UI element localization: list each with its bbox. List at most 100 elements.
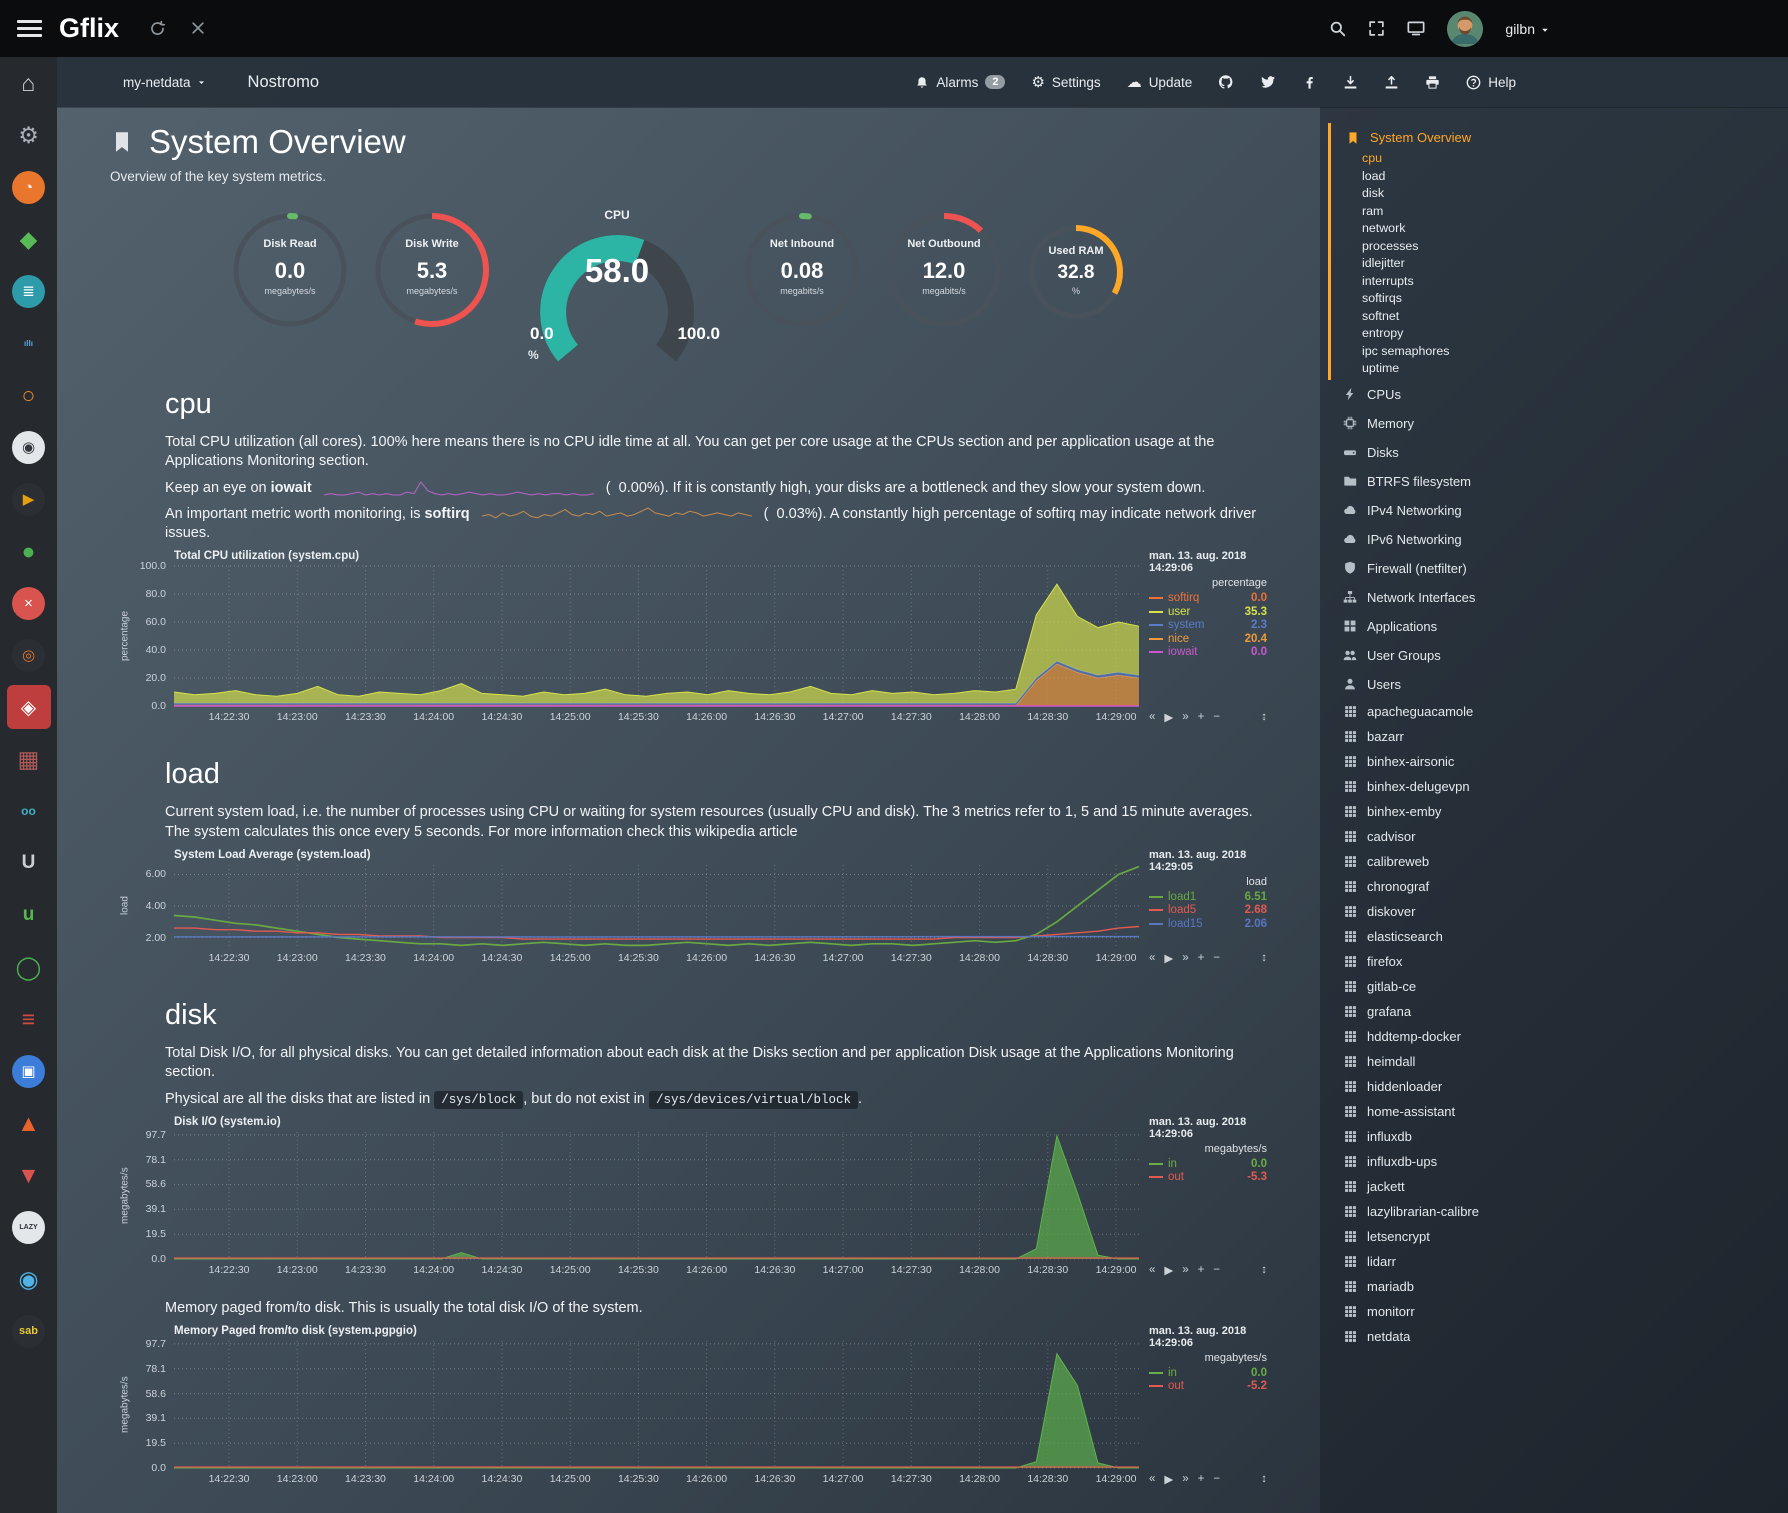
nav-app-influxdb[interactable]: influxdb	[1328, 1124, 1788, 1149]
chart-rewind-button[interactable]: «	[1149, 1473, 1155, 1485]
app-dark-orange-ring-icon[interactable]: ◎	[7, 633, 51, 677]
nav-app-lazylibrarian-calibre[interactable]: lazylibrarian-calibre	[1328, 1199, 1788, 1224]
chart-forward-button[interactable]: »	[1182, 952, 1188, 964]
nav-app-calibreweb[interactable]: calibreweb	[1328, 849, 1788, 874]
app-teal-container-icon[interactable]: ≣	[7, 269, 51, 313]
legend-entry-system[interactable]: system2.3	[1149, 618, 1267, 632]
nav-ipv6-networking[interactable]: IPv6 Networking	[1328, 527, 1788, 552]
chart-zoom-in-button[interactable]: +	[1198, 952, 1205, 964]
nav-uptime[interactable]: uptime	[1331, 360, 1788, 378]
nav-app-hddtemp-docker[interactable]: hddtemp-docker	[1328, 1024, 1788, 1049]
export-button[interactable]	[1384, 74, 1399, 90]
chart-forward-button[interactable]: »	[1182, 1264, 1188, 1276]
nav-btrfs-filesystem[interactable]: BTRFS filesystem	[1328, 469, 1788, 494]
user-menu[interactable]: gilbn	[1505, 21, 1550, 37]
github-button[interactable]	[1218, 74, 1234, 90]
nav-cpus[interactable]: CPUs	[1328, 382, 1788, 407]
chart-system-pgpgio[interactable]: megabytes/sMemory Paged from/to disk (sy…	[118, 1325, 1267, 1492]
help-button[interactable]: Help	[1466, 74, 1516, 90]
chart-play-button[interactable]: ▶	[1164, 951, 1173, 965]
app-sab-icon[interactable]: sab	[7, 1309, 51, 1353]
nav-softirqs[interactable]: softirqs	[1331, 290, 1788, 308]
nav-app-jackett[interactable]: jackett	[1328, 1174, 1788, 1199]
legend-entry-load5[interactable]: load52.68	[1149, 903, 1267, 917]
nav-cpu[interactable]: cpu	[1331, 150, 1788, 168]
app-teal-oo-icon[interactable]: oo	[7, 789, 51, 833]
nav-app-lidarr[interactable]: lidarr	[1328, 1249, 1788, 1274]
settings-gear-icon[interactable]: ⚙	[7, 113, 51, 157]
nav-app-influxdb-ups[interactable]: influxdb-ups	[1328, 1149, 1788, 1174]
gauge-used-ram[interactable]: Used RAM32.8%	[1024, 220, 1128, 324]
app-maroon-grid-icon[interactable]: ▦	[7, 737, 51, 781]
app-blue-tile-icon[interactable]: ▣	[7, 1049, 51, 1093]
nav-ipv4-networking[interactable]: IPv4 Networking	[1328, 498, 1788, 523]
nav-ipc-semaphores[interactable]: ipc semaphores	[1331, 343, 1788, 361]
legend-entry-load15[interactable]: load152.06	[1149, 917, 1267, 931]
menu-button[interactable]	[17, 20, 42, 37]
chart-play-button[interactable]: ▶	[1164, 710, 1173, 724]
legend-entry-out[interactable]: out-5.3	[1149, 1170, 1267, 1184]
nav-disk[interactable]: disk	[1331, 185, 1788, 203]
legend-entry-load1[interactable]: load16.51	[1149, 890, 1267, 904]
nav-applications[interactable]: Applications	[1328, 614, 1788, 639]
chart-resize-handle[interactable]: ↕	[1261, 952, 1267, 964]
legend-entry-user[interactable]: user35.3	[1149, 605, 1267, 619]
app-gray-u-icon[interactable]: U	[7, 841, 51, 885]
app-orange-search-icon[interactable]: ○	[7, 373, 51, 417]
nav-softnet[interactable]: softnet	[1331, 308, 1788, 326]
nav-network-interfaces[interactable]: Network Interfaces	[1328, 585, 1788, 610]
legend-entry-nice[interactable]: nice20.4	[1149, 632, 1267, 646]
chart-rewind-button[interactable]: «	[1149, 1264, 1155, 1276]
nav-idlejitter[interactable]: idlejitter	[1331, 255, 1788, 273]
nav-app-diskover[interactable]: diskover	[1328, 899, 1788, 924]
chart-zoom-in-button[interactable]: +	[1198, 711, 1205, 723]
nav-app-monitorr[interactable]: monitorr	[1328, 1299, 1788, 1324]
nav-app-home-assistant[interactable]: home-assistant	[1328, 1099, 1788, 1124]
nav-entropy[interactable]: entropy	[1331, 325, 1788, 343]
fullscreen-icon[interactable]	[1368, 20, 1385, 38]
nav-interrupts[interactable]: interrupts	[1331, 273, 1788, 291]
nav-app-cadvisor[interactable]: cadvisor	[1328, 824, 1788, 849]
nav-app-gitlab-ce[interactable]: gitlab-ce	[1328, 974, 1788, 999]
chart-system-load[interactable]: loadSystem Load Average (system.load)6.0…	[118, 849, 1267, 971]
chart-zoom-out-button[interactable]: −	[1213, 711, 1220, 723]
legend-entry-in[interactable]: in0.0	[1149, 1157, 1267, 1171]
app-green-ring-icon[interactable]: ◯	[7, 945, 51, 989]
app-red-down-arrow-icon[interactable]: ▼	[7, 1153, 51, 1197]
nav-app-bazarr[interactable]: bazarr	[1328, 724, 1788, 749]
nav-app-elasticsearch[interactable]: elasticsearch	[1328, 924, 1788, 949]
softirq-sparkline[interactable]	[482, 506, 752, 522]
chart-system-cpu[interactable]: percentageTotal CPU utilization (system.…	[118, 550, 1267, 730]
app-green-circle-icon[interactable]: ●	[7, 529, 51, 573]
nav-users[interactable]: Users	[1328, 672, 1788, 697]
chart-resize-handle[interactable]: ↕	[1261, 1264, 1267, 1276]
avatar[interactable]	[1447, 11, 1483, 47]
chart-system-io[interactable]: megabytes/sDisk I/O (system.io)97.778.15…	[118, 1116, 1267, 1283]
nav-app-grafana[interactable]: grafana	[1328, 999, 1788, 1024]
app-red-cross-icon[interactable]: ×	[7, 581, 51, 625]
twitter-button[interactable]	[1260, 74, 1276, 90]
gauge-cpu[interactable]: CPU58.00.0100.0%	[512, 208, 722, 360]
app-red-shield-icon[interactable]: ◈	[7, 685, 51, 729]
chart-resize-handle[interactable]: ↕	[1261, 1473, 1267, 1485]
chart-rewind-button[interactable]: «	[1149, 952, 1155, 964]
chart-zoom-out-button[interactable]: −	[1213, 1473, 1220, 1485]
gauge-disk-read[interactable]: Disk Read0.0megabytes/s	[228, 208, 352, 332]
gauge-net-inbound[interactable]: Net Inbound0.08megabits/s	[740, 208, 864, 332]
refresh-icon[interactable]	[149, 20, 166, 38]
nav-app-mariadb[interactable]: mariadb	[1328, 1274, 1788, 1299]
app-green-u-icon[interactable]: u	[7, 893, 51, 937]
nav-ram[interactable]: ram	[1331, 203, 1788, 221]
update-button[interactable]: ☁ Update	[1127, 73, 1193, 91]
settings-button[interactable]: ⚙ Settings	[1031, 73, 1100, 91]
app-blue-drop-icon[interactable]: ◉	[7, 1257, 51, 1301]
iowait-sparkline[interactable]	[324, 480, 594, 496]
legend-entry-out[interactable]: out-5.2	[1149, 1380, 1267, 1394]
chart-zoom-in-button[interactable]: +	[1198, 1264, 1205, 1276]
chart-play-button[interactable]: ▶	[1164, 1263, 1173, 1277]
app-red-green-lines-icon[interactable]: ≡	[7, 997, 51, 1041]
app-green-diamond-icon[interactable]: ◆	[7, 217, 51, 261]
nav-app-binhex-airsonic[interactable]: binhex-airsonic	[1328, 749, 1788, 774]
nav-app-heimdall[interactable]: heimdall	[1328, 1049, 1788, 1074]
nav-app-hiddenloader[interactable]: hiddenloader	[1328, 1074, 1788, 1099]
